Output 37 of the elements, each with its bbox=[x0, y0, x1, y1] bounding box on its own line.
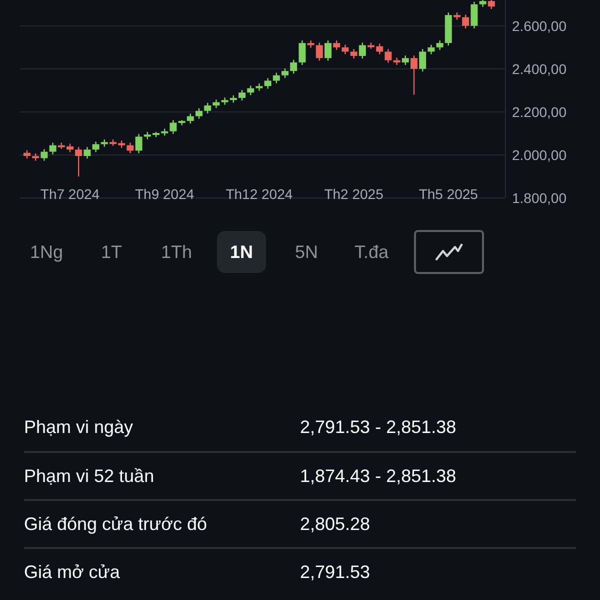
candle bbox=[454, 12, 460, 20]
range-tab[interactable]: T.đa bbox=[347, 231, 396, 273]
stat-value: 2,791.53 - 2,851.38 bbox=[300, 416, 456, 438]
axis-label: 2.000,00 bbox=[512, 146, 566, 163]
candle bbox=[282, 68, 288, 78]
candle bbox=[196, 108, 202, 119]
axis-label: 1.800,00 bbox=[512, 190, 566, 206]
stat-label: Phạm vi 52 tuần bbox=[24, 464, 156, 488]
candle bbox=[324, 40, 332, 61]
candle bbox=[66, 144, 74, 152]
axis-label: Th5 2025 bbox=[418, 186, 478, 202]
chart-type-button[interactable] bbox=[414, 230, 484, 274]
axis-label: Th9 2024 bbox=[135, 186, 194, 202]
candle bbox=[238, 90, 246, 100]
stat-value: 1,874.43 - 2,851.38 bbox=[300, 464, 456, 488]
axis-label: Th12 2024 bbox=[226, 186, 293, 202]
range-tab[interactable]: 5N bbox=[282, 231, 331, 273]
range-tab[interactable]: 1N bbox=[217, 231, 266, 273]
axis-label: Th7 2024 bbox=[40, 186, 100, 202]
range-tab[interactable]: 1Th bbox=[152, 231, 201, 273]
line-chart-icon bbox=[434, 242, 464, 262]
axis-label: 2.200,00 bbox=[512, 104, 566, 120]
axis-label: 2.600,00 bbox=[512, 18, 566, 34]
candle bbox=[24, 150, 30, 159]
candle bbox=[152, 132, 160, 138]
axis-label: 2.400,00 bbox=[512, 60, 566, 77]
stat-label: Giá mở cửa bbox=[24, 560, 121, 584]
range-tab[interactable]: 1T bbox=[87, 231, 136, 273]
range-tab[interactable]: 1Ng bbox=[22, 231, 71, 273]
candle bbox=[368, 42, 374, 49]
stat-value: 2,805.28 bbox=[300, 512, 370, 536]
stat-value: 2,791.53 bbox=[300, 560, 370, 584]
candle bbox=[410, 56, 418, 95]
candle bbox=[110, 139, 116, 146]
stat-label: Phạm vi ngày bbox=[24, 416, 134, 439]
stat-label: Giá đóng cửa trước đó bbox=[24, 512, 208, 536]
axis-label: Th2 2025 bbox=[324, 186, 384, 202]
